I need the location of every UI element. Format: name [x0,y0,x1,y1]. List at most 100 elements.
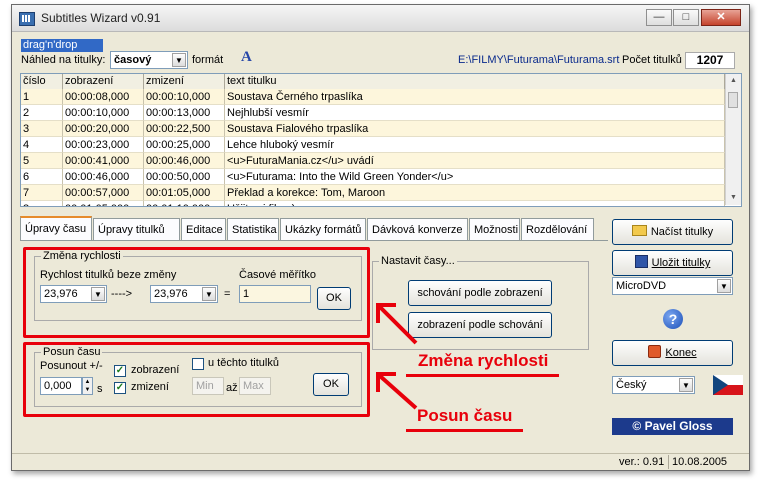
table-cell-hide[interactable]: 00:01:10,000 [144,201,225,206]
scroll-up-icon[interactable]: ▲ [726,74,741,88]
table-cell-text[interactable]: Užijte si film :) [225,201,725,206]
set-times-group-title: Nastavit časy... [379,255,457,267]
table-cell-show[interactable]: 00:00:57,000 [63,185,144,201]
table-row[interactable]: 800:01:05,00000:01:10,000Užijte si film … [21,201,725,206]
output-format-select[interactable]: MicroDVD ▼ [612,277,733,295]
table-cell-text[interactable]: Překlad a korekce: Tom, Maroon [225,185,725,201]
table-cell-num[interactable]: 5 [21,153,63,169]
table-cell-num[interactable]: 6 [21,169,63,185]
table-cell-num[interactable]: 2 [21,105,63,121]
column-header[interactable]: text titulku [225,74,725,89]
table-cell-hide[interactable]: 00:00:10,000 [144,89,225,105]
table-cell-num[interactable]: 8 [21,201,63,206]
table-cell-num[interactable]: 4 [21,137,63,153]
load-subtitles-button[interactable]: Načíst titulky [612,219,733,245]
table-row[interactable]: 6 00:00:46,000 00:00:50,000 <u>Futurama: In… [21,169,725,185]
exit-button[interactable]: Konec [612,340,733,366]
arrow-icon [376,303,418,345]
subtitles-grid[interactable]: číslo zobrazení zmizení text titulku 1 00… [20,73,742,207]
table-cell-hide[interactable]: 00:00:13,000 [144,105,225,121]
tab-batch-conversion[interactable]: Dávková konverze [367,218,468,240]
shift-annotation: Posun času [417,406,513,425]
folder-icon [631,225,647,236]
time-edit-panel: Změna rychlosti Rychlost titulků beze zm… [20,240,608,451]
tab-format-samples[interactable]: Ukázky formátů [280,218,366,240]
font-icon[interactable]: A [241,49,252,66]
preview-format-select[interactable]: časový ▼ [110,51,188,69]
table-cell-num[interactable]: 1 [21,89,63,105]
table-row[interactable]: 4 00:00:23,000 00:00:25,000 Lehce hluboký v… [21,137,725,153]
preview-format-value: časový [114,54,152,66]
speed-highlight-box [23,247,370,338]
help-icon[interactable]: ? [663,309,683,329]
table-row[interactable]: 3 00:00:20,000 00:00:22,500 Soustava Fialov… [21,121,725,137]
count-label: Počet titulků [622,54,682,66]
table-cell-text[interactable]: <u>FuturaMania.cz</u> uvádí [225,153,725,169]
minimize-button[interactable]: — [646,9,672,26]
table-row[interactable]: 7 00:00:57,000 00:01:05,000 Překlad a korek… [21,185,725,201]
language-select[interactable]: Český ▼ [612,376,695,394]
shift-highlight-box [23,342,370,417]
output-format-value: MicroDVD [616,280,667,292]
close-button[interactable]: ✕ [701,9,741,26]
power-icon [648,345,662,358]
table-row[interactable]: 2 00:00:10,000 00:00:13,000 Nejhlubší vesmí… [21,105,725,121]
exit-label: Konec [665,347,697,359]
table-cell-show[interactable]: 00:00:20,000 [63,121,144,137]
table-row[interactable]: 5 00:00:41,000 00:00:46,000 <u>FuturaMania.… [21,153,725,169]
status-bar: ver.: 0.91 10.08.2005 [12,453,749,470]
app-icon [19,12,35,26]
tab-time-edit[interactable]: Úpravy času [20,216,92,241]
grid-header: číslo zobrazení zmizení text titulku [21,74,725,90]
scroll-thumb[interactable] [728,92,738,108]
table-cell-text[interactable]: Soustava Fialového trpaslíka [225,121,725,137]
save-subtitles-button[interactable]: Uložit titulky [612,250,733,276]
tab-options[interactable]: Možnosti [469,218,520,240]
table-cell-num[interactable]: 3 [21,121,63,137]
table-cell-hide[interactable]: 00:00:50,000 [144,169,225,185]
author-logo[interactable]: © Pavel Gloss [612,418,733,435]
tab-editing[interactable]: Editace [181,218,226,240]
tab-statistics[interactable]: Statistika [227,218,279,240]
status-date: 10.08.2005 [668,455,727,469]
scroll-down-icon[interactable]: ▼ [726,191,741,205]
table-cell-text[interactable]: <u>Futurama: Into the Wild Green Yonder<… [225,169,725,185]
column-header[interactable]: zobrazení [63,74,144,89]
speed-annotation: Změna rychlosti [418,351,549,370]
table-cell-text[interactable]: Soustava Černého trpaslíka [225,89,725,105]
status-version: ver.: 0.91 [619,456,665,468]
table-cell-hide[interactable]: 00:00:22,500 [144,121,225,137]
save-subtitles-label: Uložit titulky [651,257,711,269]
count-value: 1207 [685,52,735,69]
speed-annotation-underline [406,374,559,377]
table-cell-hide[interactable]: 00:00:46,000 [144,153,225,169]
table-row[interactable]: 1 00:00:08,000 00:00:10,000 Soustava Černéh… [21,89,725,105]
grid-scrollbar[interactable]: ▲ ▼ [725,74,741,205]
table-cell-text[interactable]: Lehce hluboký vesmír [225,137,725,153]
table-cell-num[interactable]: 7 [21,185,63,201]
chevron-down-icon: ▼ [679,378,693,392]
app-window: Subtitles Wizard v0.91 — □ ✕ drag'n'drop… [11,4,750,471]
show-by-hide-button[interactable]: zobrazení podle schování [408,312,552,338]
format-label: formát [192,54,224,66]
table-cell-show[interactable]: 00:00:08,000 [63,89,144,105]
hide-by-show-button[interactable]: schování podle zobrazení [408,280,552,306]
table-cell-hide[interactable]: 00:01:05,000 [144,185,225,201]
table-cell-show[interactable]: 00:00:23,000 [63,137,144,153]
tab-splitting[interactable]: Rozdělování [521,218,594,240]
table-cell-show[interactable]: 00:00:46,000 [63,169,144,185]
table-cell-show[interactable]: 00:00:41,000 [63,153,144,169]
column-header[interactable]: zmizení [144,74,225,89]
table-cell-hide[interactable]: 00:00:25,000 [144,137,225,153]
language-value: Český [616,379,647,391]
table-cell-text[interactable]: Nejhlubší vesmír [225,105,725,121]
title-bar[interactable]: Subtitles Wizard v0.91 — □ ✕ [12,5,749,32]
dragdrop-label[interactable]: drag'n'drop [21,39,103,52]
column-header[interactable]: číslo [21,74,63,89]
file-path: E:\FILMY\Futurama\Futurama.srt [458,54,620,66]
table-cell-show[interactable]: 00:01:05,000 [63,201,144,206]
window-title: Subtitles Wizard v0.91 [41,11,161,25]
table-cell-show[interactable]: 00:00:10,000 [63,105,144,121]
maximize-button[interactable]: □ [673,9,699,26]
tab-subtitle-edit[interactable]: Úpravy titulků [93,218,180,240]
